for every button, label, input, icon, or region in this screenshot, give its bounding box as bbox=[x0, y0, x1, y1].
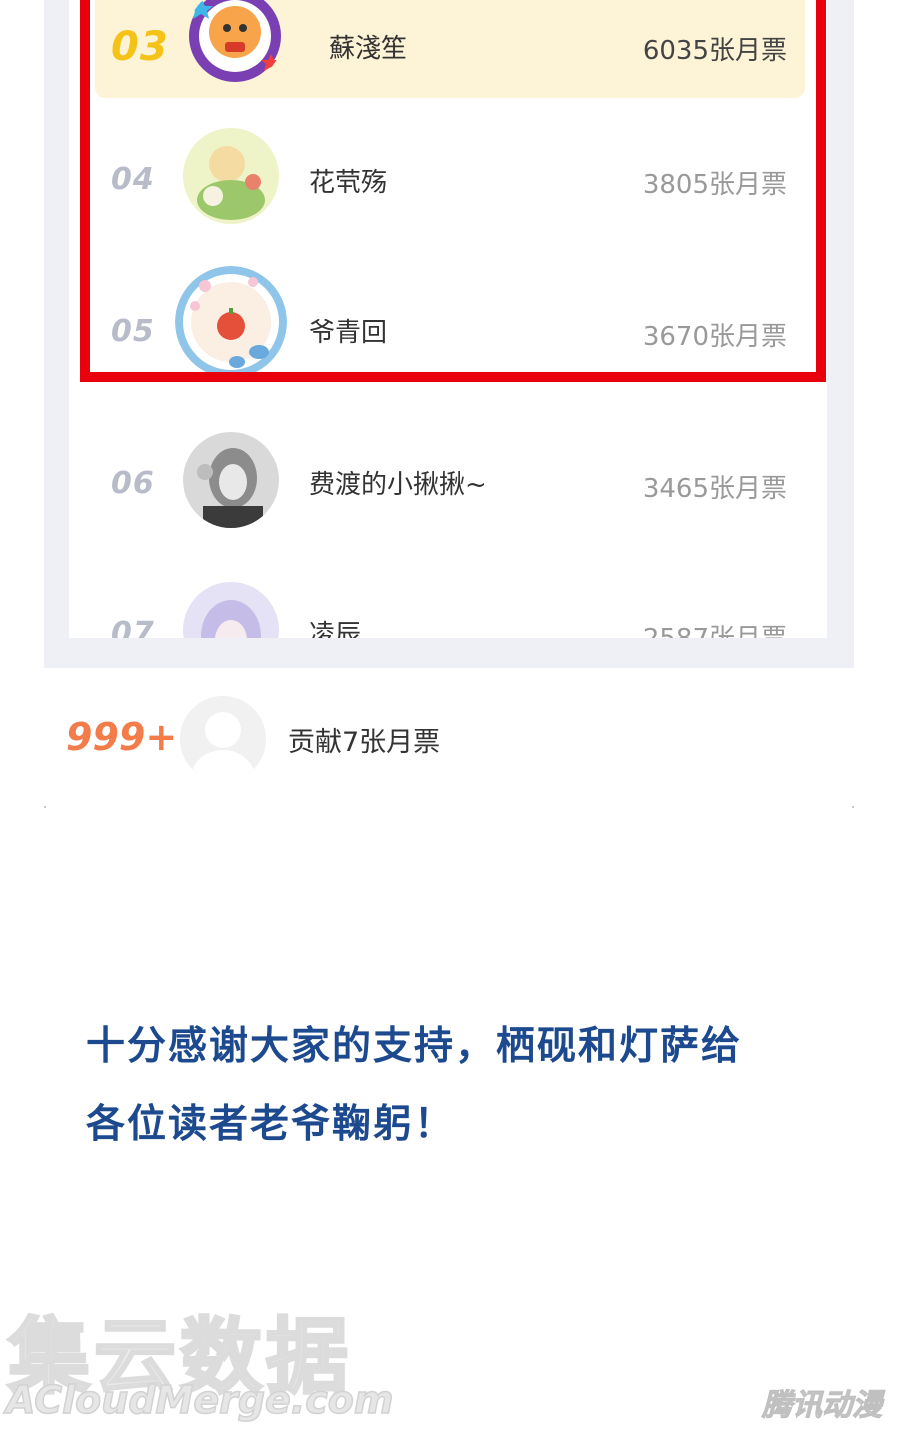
divider-dot bbox=[44, 806, 46, 808]
default-avatar-icon bbox=[180, 696, 266, 782]
vote-count: 3805张月票 bbox=[642, 170, 787, 200]
list-item[interactable]: 06 费渡的小揪揪~ 3465张月票 bbox=[69, 398, 827, 548]
list-item[interactable]: 07 凌辰 2587张月票 bbox=[69, 548, 827, 638]
my-contribution-row[interactable]: 999+ 贡献7张月票 bbox=[44, 690, 854, 790]
user-name: 蘇淺笙 bbox=[329, 34, 408, 64]
list-item[interactable]: 03 蘇淺笙 6035张月票 bbox=[69, 0, 827, 98]
divider-dot bbox=[852, 806, 854, 808]
thanks-line-1: 十分感谢大家的支持，栖砚和灯萨给 bbox=[86, 1024, 743, 1069]
vote-count: 6035张月票 bbox=[642, 36, 787, 66]
avatar[interactable] bbox=[183, 128, 279, 224]
thanks-message: 十分感谢大家的支持，栖砚和灯萨给 各位读者老爷鞠躬！ bbox=[86, 1008, 826, 1164]
avatar[interactable] bbox=[175, 266, 287, 378]
list-item[interactable]: 04 花茕殇 3805张月票 bbox=[69, 98, 827, 248]
thanks-line-2: 各位读者老爷鞠躬！ bbox=[86, 1102, 456, 1147]
rank-number: 06 bbox=[111, 466, 155, 501]
user-name: 爷青回 bbox=[309, 318, 388, 348]
user-name: 花茕殇 bbox=[309, 168, 388, 198]
ranking-list: 03 蘇淺笙 6035张月票 04 花茕殇 3805张月票 05 爷青回 367… bbox=[69, 0, 827, 638]
user-name: 凌辰 bbox=[309, 620, 362, 638]
list-item[interactable]: 05 爷青回 3670张月票 bbox=[69, 248, 827, 398]
my-rank: 999+ bbox=[66, 715, 178, 759]
brand-watermark: 腾讯动漫 bbox=[762, 1388, 883, 1424]
my-contribution-label: 贡献7张月票 bbox=[288, 727, 441, 758]
user-name: 费渡的小揪揪~ bbox=[309, 470, 487, 500]
vote-count: 3465张月票 bbox=[642, 474, 787, 504]
rank-number: 03 bbox=[111, 24, 169, 70]
vote-count: 3670张月票 bbox=[642, 322, 787, 352]
avatar[interactable] bbox=[183, 432, 279, 528]
rank-number: 05 bbox=[111, 314, 155, 349]
avatar[interactable] bbox=[183, 582, 279, 638]
rank-number: 07 bbox=[111, 616, 155, 638]
rank-number: 04 bbox=[111, 162, 155, 197]
watermark-en: ACloudMerge.com bbox=[5, 1377, 394, 1423]
vote-count: 2587张月票 bbox=[643, 618, 787, 638]
